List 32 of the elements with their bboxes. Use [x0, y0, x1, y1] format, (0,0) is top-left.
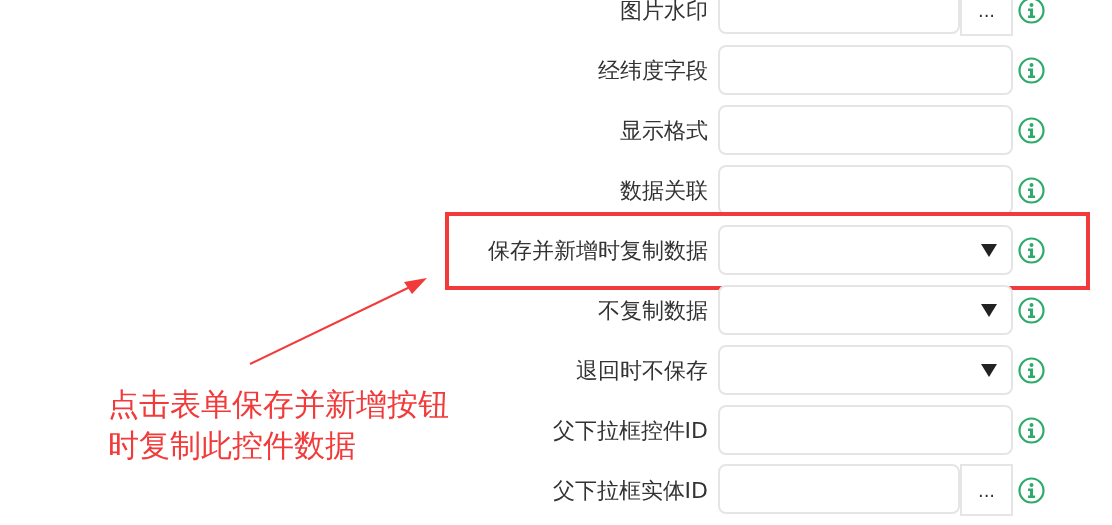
info-icon[interactable]: [1018, 0, 1045, 24]
caret-icon: [981, 363, 997, 377]
field-label: 退回时不保存: [575, 356, 709, 385]
field-label: 显示格式: [619, 116, 709, 145]
caret-icon: [981, 303, 997, 317]
text-field[interactable]: [718, 105, 1013, 155]
text-field[interactable]: [718, 464, 960, 514]
select-field[interactable]: [718, 345, 1013, 395]
info-icon[interactable]: [1018, 296, 1045, 324]
field-label: 父下拉框实体ID: [551, 476, 709, 505]
browse-button[interactable]: ...: [960, 464, 1013, 516]
caret-icon: [981, 243, 997, 257]
info-icon[interactable]: [1018, 356, 1045, 384]
info-icon[interactable]: [1018, 176, 1045, 204]
info-icon[interactable]: [1018, 236, 1045, 264]
text-field[interactable]: [718, 165, 1013, 215]
field-label: 父下拉框控件ID: [551, 416, 709, 445]
text-field[interactable]: [718, 45, 1013, 95]
select-field[interactable]: [718, 225, 1013, 275]
info-icon[interactable]: [1018, 56, 1045, 84]
browse-button[interactable]: ...: [960, 0, 1013, 36]
annotation-text: 点击表单保存并新增按钮 时复制此控件数据: [108, 385, 449, 465]
field-label: 不复制数据: [597, 296, 709, 325]
info-icon[interactable]: [1018, 416, 1045, 444]
field-label: 保存并新增时复制数据: [487, 236, 709, 265]
field-label: 数据关联: [619, 176, 709, 205]
info-icon[interactable]: [1018, 476, 1045, 504]
text-field[interactable]: [718, 405, 1013, 455]
info-icon[interactable]: [1018, 116, 1045, 144]
field-label: 经纬度字段: [597, 56, 709, 85]
select-field[interactable]: [718, 285, 1013, 335]
field-label: 图片水印: [619, 0, 709, 25]
